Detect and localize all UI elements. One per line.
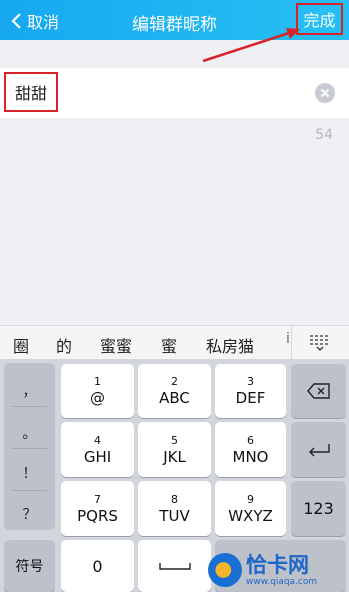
return-icon <box>308 443 330 456</box>
key-number: 6 <box>247 433 254 447</box>
key-letters: JKL <box>163 447 186 466</box>
clear-icon[interactable] <box>315 83 335 103</box>
backspace-button[interactable] <box>291 364 346 418</box>
key-letters: GHI <box>83 447 112 466</box>
space-icon <box>158 563 191 570</box>
nav-header: 取消 编辑群昵称 完成 <box>0 0 349 40</box>
divider <box>12 406 47 407</box>
watermark-text: 恰卡网 www.qiaqa.com <box>246 553 317 587</box>
punctuation-key[interactable]: ？ <box>4 504 55 524</box>
num-mode-label: 123 <box>303 499 334 518</box>
divider <box>12 490 47 491</box>
candidate-word[interactable]: 蜜蜜 <box>100 333 132 357</box>
logo-icon <box>208 552 242 587</box>
zero-label: 0 <box>92 556 103 576</box>
symbols-button[interactable]: 符号 <box>4 540 55 592</box>
key-0[interactable]: 0 <box>61 540 134 592</box>
punctuation-column: ， 。 ！ ？ <box>4 363 55 530</box>
punctuation-key[interactable]: 。 <box>4 423 55 443</box>
key-letters: DEF <box>235 389 266 407</box>
key-number: 4 <box>94 433 101 447</box>
nickname-input-row: 甜甜 <box>0 68 349 118</box>
enter-button[interactable] <box>291 422 346 477</box>
key-number: 2 <box>171 375 178 388</box>
key-number: 3 <box>247 375 254 388</box>
key-6[interactable]: 6 MNO <box>215 422 286 477</box>
watermark-main: 恰卡网 <box>246 552 309 577</box>
candidate-bar: 圈 的 蜜蜜 蜜 私房猫 i <box>0 325 349 360</box>
candidate-word[interactable]: 私房猫 <box>206 333 254 357</box>
key-letters: WXYZ <box>228 506 273 525</box>
key-letters: ABC <box>159 389 190 407</box>
candidate-word[interactable]: 蜜 <box>161 333 177 357</box>
key-2[interactable]: 2 ABC <box>138 364 211 418</box>
key-number: 8 <box>171 492 178 506</box>
space-button[interactable] <box>138 540 211 592</box>
candidate-overflow: i <box>286 331 290 347</box>
key-number: 9 <box>247 492 254 506</box>
remaining-char-count: 54 <box>315 127 333 143</box>
key-5[interactable]: 5 JKL <box>138 422 211 477</box>
key-number: 7 <box>94 492 101 506</box>
key-letters: MNO <box>232 447 269 466</box>
punctuation-key[interactable]: ！ <box>4 463 55 483</box>
divider <box>12 448 47 449</box>
key-letters: PQRS <box>77 506 118 525</box>
key-letters: TUV <box>159 506 190 525</box>
nickname-input[interactable]: 甜甜 <box>4 72 59 112</box>
key-8[interactable]: 8 TUV <box>138 481 211 536</box>
candidate-word[interactable]: 圈 <box>13 333 29 357</box>
key-1[interactable]: 1 @ <box>61 364 134 418</box>
key-9[interactable]: 9 WXYZ <box>215 481 286 536</box>
key-number: 1 <box>94 375 101 388</box>
watermark-sub: www.qiaqa.com <box>246 576 318 587</box>
key-3[interactable]: 3 DEF <box>215 364 286 418</box>
key-7[interactable]: 7 PQRS <box>61 481 134 536</box>
key-4[interactable]: 4 GHI <box>61 422 134 477</box>
key-letters: @ <box>90 389 105 407</box>
key-number: 5 <box>171 433 178 447</box>
done-button[interactable]: 完成 <box>296 3 343 35</box>
expand-candidates-icon[interactable] <box>309 334 331 352</box>
punctuation-key[interactable]: ， <box>4 381 55 401</box>
divider <box>291 326 292 360</box>
backspace-icon <box>306 383 330 399</box>
watermark: 恰卡网 www.qiaqa.com <box>208 547 349 592</box>
candidate-word[interactable]: 的 <box>56 333 72 357</box>
num-mode-button[interactable]: 123 <box>291 481 346 536</box>
symbols-label: 符号 <box>15 559 44 575</box>
